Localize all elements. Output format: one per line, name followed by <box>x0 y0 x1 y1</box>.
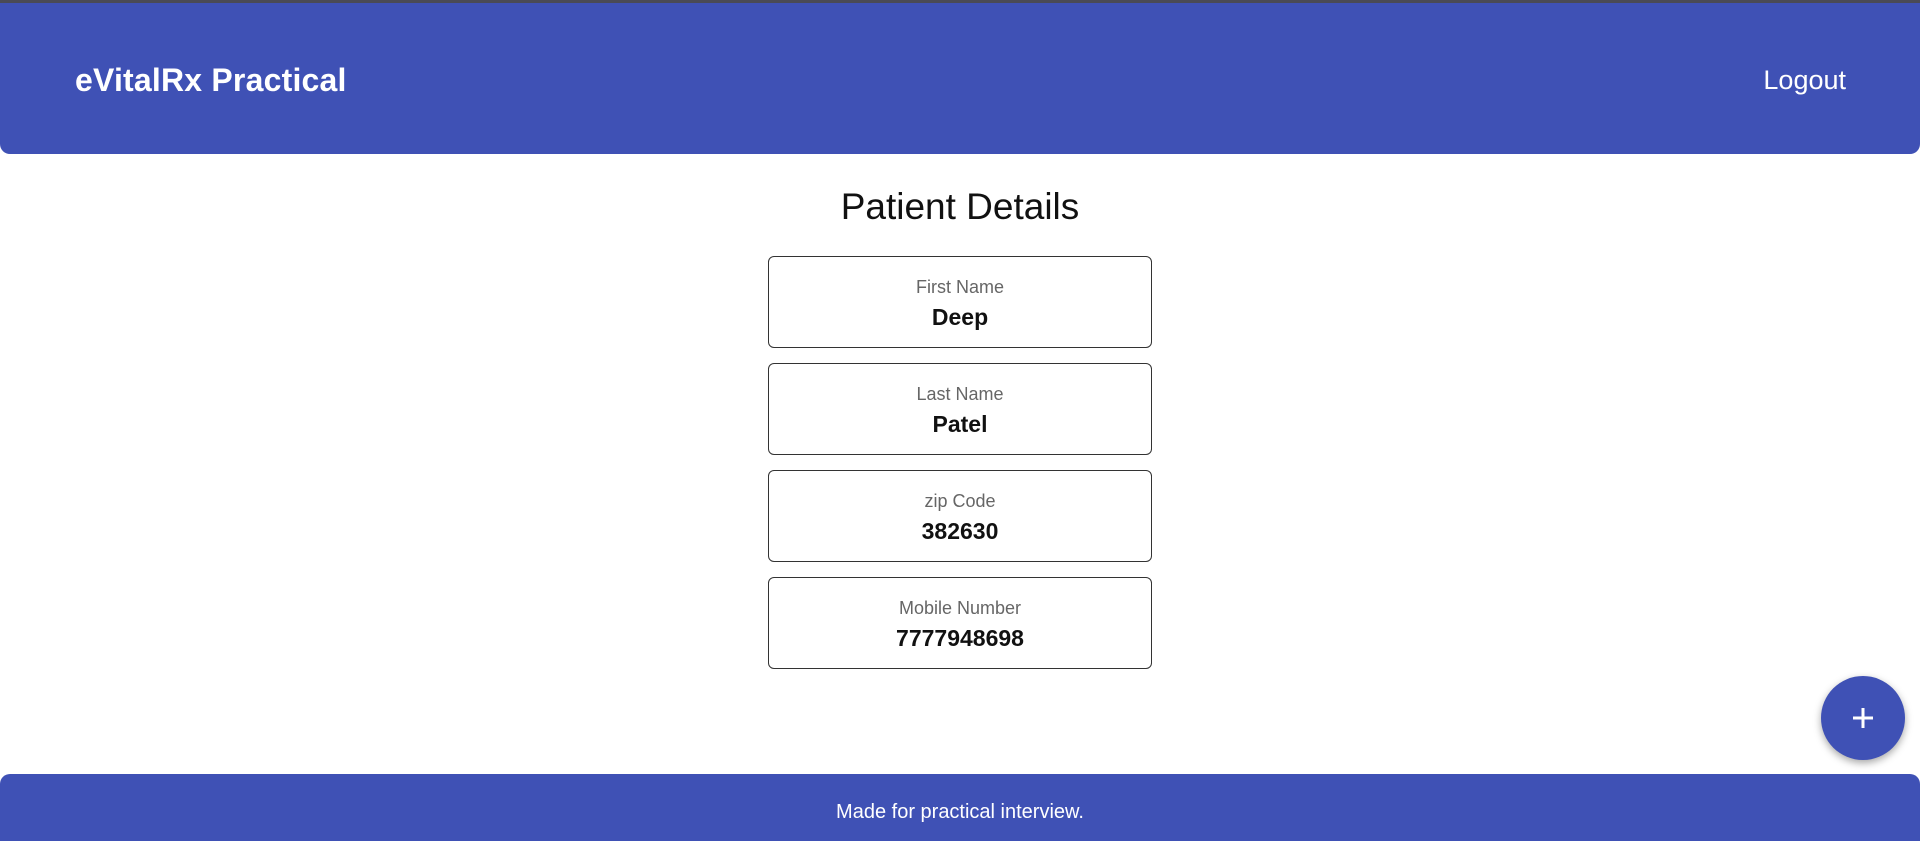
app-brand: eVitalRx Practical <box>75 62 347 98</box>
mobile-number-label: Mobile Number <box>898 598 1022 618</box>
first-name-label: First Name <box>915 277 1004 297</box>
add-patient-button[interactable] <box>1821 676 1905 760</box>
zip-code-card: zip Code 382630 <box>768 470 1152 562</box>
app-footer: Made for practical interview. <box>0 774 1920 841</box>
plus-icon <box>1853 708 1873 728</box>
app-header: eVitalRx Practical Logout <box>0 3 1920 154</box>
last-name-card: Last Name Patel <box>768 363 1152 455</box>
last-name-value: Patel <box>932 411 988 437</box>
last-name-label: Last Name <box>916 384 1004 404</box>
logout-button[interactable]: Logout <box>1763 60 1846 100</box>
first-name-value: Deep <box>931 304 989 330</box>
first-name-card: First Name Deep <box>768 256 1152 348</box>
mobile-number-card: Mobile Number 7777948698 <box>768 577 1152 669</box>
page-title: Patient Details <box>840 186 1080 227</box>
footer-text: Made for practical interview. <box>836 801 1084 823</box>
mobile-number-value: 7777948698 <box>896 625 1024 651</box>
zip-code-value: 382630 <box>921 518 999 544</box>
patient-details-list: First Name Deep Last Name Patel zip Code… <box>768 256 1152 684</box>
zip-code-label: zip Code <box>924 491 996 511</box>
